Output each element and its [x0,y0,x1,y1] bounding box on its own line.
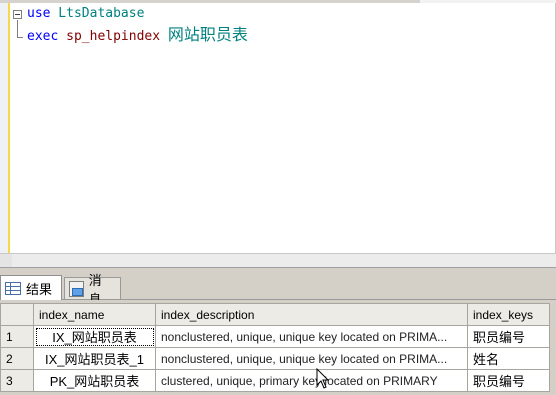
cell-index-name[interactable]: PK_网站职员表 [33,369,156,392]
stored-procedure-name: sp_helpindex [58,29,168,44]
keyword-use: use [27,6,51,21]
code-line-1[interactable]: use LtsDatabase [27,6,144,22]
cell-index-description[interactable]: nonclustered, unique, unique key located… [155,325,468,348]
query-editor[interactable]: use LtsDatabase exec sp_helpindex 网站职员表 [0,3,556,253]
horizontal-scrollbar[interactable] [0,253,556,267]
outline-line [17,20,18,38]
row-number[interactable]: 3 [0,369,34,392]
table-name-argument: 网站职员表 [167,25,248,44]
mouse-pointer-icon [316,368,330,389]
column-header-index-keys[interactable]: index_keys [467,303,550,326]
message-icon [69,280,84,297]
tab-results-label: 结果 [26,282,53,298]
database-name: LtsDatabase [50,6,145,21]
results-grid: index_name index_description index_keys … [0,303,550,392]
table-row[interactable]: 1 IX_网站职员表 nonclustered, unique, unique … [0,325,550,348]
grid-header-row: index_name index_description index_keys [0,303,550,326]
code-line-2[interactable]: exec sp_helpindex 网站职员表 [27,27,248,45]
change-marker-bar [8,3,10,253]
keyword-exec: exec [27,29,59,44]
tab-results[interactable]: 结果 [0,275,62,300]
grid-corner[interactable] [0,303,34,326]
scroll-left-icon[interactable] [0,254,12,267]
editor-gutter [0,3,10,253]
cell-index-keys[interactable]: 姓名 [467,347,550,370]
column-header-index-description[interactable]: index_description [155,303,468,326]
row-number[interactable]: 1 [0,325,34,348]
outline-end [17,37,23,38]
column-header-index-name[interactable]: index_name [33,303,156,326]
grid-icon [5,281,21,295]
table-row[interactable]: 2 IX_网站职员表_1 nonclustered, unique, uniqu… [0,347,550,370]
cell-index-description[interactable]: clustered, unique, primary key located o… [155,369,468,392]
table-row[interactable]: 3 PK_网站职员表 clustered, unique, primary ke… [0,369,550,392]
cell-index-keys[interactable]: 职员编号 [467,325,550,348]
results-tabbar: 结果 消息 [0,273,556,308]
row-number[interactable]: 2 [0,347,34,370]
cell-index-description[interactable]: nonclustered, unique, unique key located… [155,347,468,370]
results-grid-area: index_name index_description index_keys … [0,300,556,395]
cell-index-name[interactable]: IX_网站职员表 [33,325,156,348]
cell-index-keys[interactable]: 职员编号 [467,369,550,392]
tab-messages[interactable]: 消息 [64,274,121,308]
collapse-toggle-icon[interactable] [13,10,22,19]
cell-index-name[interactable]: IX_网站职员表_1 [33,347,156,370]
